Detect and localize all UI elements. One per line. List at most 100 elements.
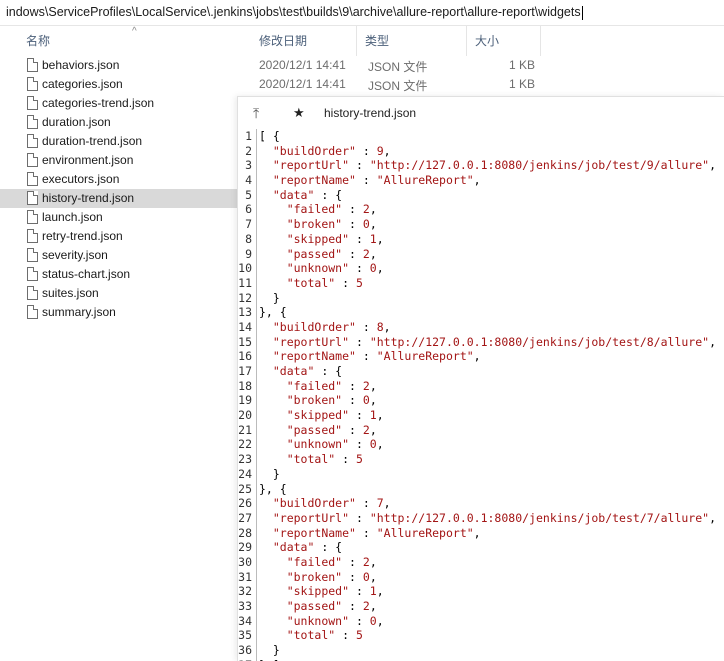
file-name: retry-trend.json xyxy=(42,229,123,243)
unpin-icon[interactable]: ⤒ xyxy=(253,105,259,122)
line-number: 20 xyxy=(238,408,252,423)
code-token: : xyxy=(349,334,370,349)
file-row[interactable]: categories-trend.json xyxy=(0,94,240,113)
json-value: 5 xyxy=(355,452,363,467)
code-token: "buildOrder" xyxy=(272,143,356,158)
column-header-size-label: 大小 xyxy=(475,34,500,48)
code-token: : xyxy=(349,158,370,173)
code-line: 30 "failed" : 2, xyxy=(238,554,724,570)
file-row[interactable]: status-chart.json xyxy=(0,265,240,284)
code-token: , xyxy=(369,202,377,217)
code-line: 13 }, { xyxy=(238,305,724,320)
column-header-size[interactable]: 大小 xyxy=(467,26,541,56)
code-token: , xyxy=(376,408,384,423)
file-row[interactable]: history-trend.json xyxy=(0,189,240,208)
code-line: 35 "total" : 5 xyxy=(238,628,724,644)
file-row[interactable]: severity.json xyxy=(0,246,240,265)
code-token: "total" xyxy=(286,452,336,467)
code-token: : { xyxy=(314,187,343,202)
code-token: , xyxy=(376,613,384,628)
code-token: "failed" xyxy=(286,202,343,217)
json-file-icon xyxy=(27,134,38,148)
file-row[interactable]: behaviors.json xyxy=(0,56,240,75)
pin-icon[interactable]: ★ xyxy=(293,105,305,121)
code-line: 33 "passed" : 2, xyxy=(238,599,724,614)
code-line: 32 "skipped" : 1, xyxy=(238,584,724,599)
code-token: "unknown" xyxy=(286,613,350,628)
code-token: : xyxy=(342,217,363,232)
line-number: 1 xyxy=(245,129,252,143)
column-header-modified-label: 修改日期 xyxy=(259,34,308,48)
file-row[interactable]: retry-trend.json xyxy=(0,227,240,246)
code-token: , xyxy=(709,334,717,349)
json-file-icon xyxy=(27,248,38,262)
line-number: 13 xyxy=(238,305,252,320)
code-line: 11 "total" : 5 xyxy=(238,275,724,291)
code-line: 28 "reportName" : "AllureReport", xyxy=(238,525,724,541)
code-line: 22 "unknown" : 0, xyxy=(238,437,724,453)
file-type: JSON 文件 xyxy=(368,79,428,93)
code-token: , xyxy=(383,319,391,334)
file-row[interactable]: executors.json xyxy=(0,170,240,189)
code-token: "reportName" xyxy=(272,349,356,364)
file-row[interactable]: categories.json xyxy=(0,75,240,94)
code-token: , xyxy=(369,422,377,437)
line-number: 35 xyxy=(238,628,252,643)
code-token: "unknown" xyxy=(286,437,350,452)
code-token: : xyxy=(349,408,370,423)
code-line: 15 "reportUrl" : "http://127.0.0.1:8080/… xyxy=(238,334,724,350)
json-file-icon xyxy=(27,267,38,281)
json-value: 1 xyxy=(369,408,377,423)
code-token: : xyxy=(335,452,356,467)
json-value: 0 xyxy=(362,569,370,584)
json-value: 2 xyxy=(362,202,370,217)
code-token: : xyxy=(342,378,363,393)
code-token: "total" xyxy=(286,275,336,290)
code-token: : xyxy=(349,584,370,599)
code-token: , xyxy=(369,599,377,613)
address-bar[interactable]: indows\ServiceProfiles\LocalService\.jen… xyxy=(0,0,724,26)
code-token: : xyxy=(342,554,363,569)
file-row[interactable]: duration.json xyxy=(0,113,240,132)
column-header-type[interactable]: 类型 xyxy=(357,26,467,56)
column-headers: 名称 ^ 修改日期 类型 大小 xyxy=(0,26,724,56)
file-row[interactable]: suites.json xyxy=(0,284,240,303)
code-line: 8 "skipped" : 1, xyxy=(238,231,724,247)
column-header-modified[interactable]: 修改日期 xyxy=(251,26,357,56)
line-number: 12 xyxy=(238,290,252,305)
code-token: , xyxy=(369,569,377,584)
file-modified: 2020/12/1 14:41 xyxy=(259,77,346,91)
file-row[interactable]: summary.json xyxy=(0,303,240,322)
line-number: 9 xyxy=(245,246,252,261)
file-row[interactable]: duration-trend.json xyxy=(0,132,240,151)
file-row[interactable]: environment.json xyxy=(0,151,240,170)
code-token: "unknown" xyxy=(286,261,350,276)
code-token: , xyxy=(383,496,391,511)
line-number: 10 xyxy=(238,261,252,276)
file-name: launch.json xyxy=(42,210,103,224)
code-token: "failed" xyxy=(286,378,343,393)
line-number: 23 xyxy=(238,452,252,467)
json-value: 0 xyxy=(362,393,370,408)
code-token: } xyxy=(259,466,280,481)
code-line: 18 "failed" : 2, xyxy=(238,378,724,394)
code-token: , xyxy=(473,349,481,364)
file-name: severity.json xyxy=(42,248,108,262)
json-value: 0 xyxy=(369,261,377,276)
code-view: 1[ {2 "buildOrder" : 9, 3 "reportUrl" : "… xyxy=(238,129,724,661)
json-value: "AllureReport" xyxy=(376,173,474,188)
code-token: "reportUrl" xyxy=(272,158,350,173)
code-token: }, { xyxy=(259,305,287,320)
file-row[interactable]: launch.json xyxy=(0,208,240,227)
file-type: JSON 文件 xyxy=(368,60,428,74)
line-number: 36 xyxy=(238,643,252,658)
line-number: 7 xyxy=(245,217,252,232)
line-number: 30 xyxy=(238,554,252,569)
line-number: 27 xyxy=(238,510,252,525)
